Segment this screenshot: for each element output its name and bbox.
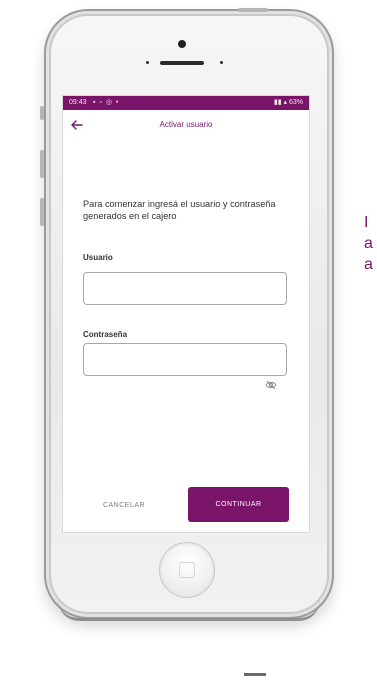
app-bar: Activar usuario (63, 110, 309, 142)
status-notification-icons: ▪ ▫ ◎ • (93, 99, 120, 106)
front-camera (178, 40, 186, 48)
intro-text: Para comenzar ingresá el usuario y contr… (83, 199, 276, 221)
password-label: Contraseña (83, 330, 128, 339)
user-label: Usuario (83, 253, 113, 262)
bottom-mark (244, 673, 266, 676)
home-button-square (179, 562, 195, 578)
status-time: 09:43 (69, 99, 87, 106)
sensor-dot (146, 61, 149, 64)
continue-button[interactable]: CONTINUAR (188, 487, 289, 522)
user-input[interactable] (83, 272, 287, 305)
eye-off-icon[interactable] (265, 380, 277, 390)
side-text-line: I (364, 214, 369, 231)
side-text-line: a (364, 256, 373, 273)
side-text: I a a (364, 212, 373, 275)
phone-bottom-edge (58, 600, 320, 621)
sensor-dot (220, 61, 223, 64)
cancel-button[interactable]: CANCELAR (93, 497, 155, 515)
home-button[interactable] (159, 542, 215, 598)
password-input[interactable] (83, 343, 287, 376)
phone-screen: 09:43 ▪ ▫ ◎ • ▮▮ ▴ 63% Activar usuario P… (62, 95, 310, 533)
side-text-line: a (364, 235, 373, 252)
status-bar: 09:43 ▪ ▫ ◎ • ▮▮ ▴ 63% (63, 96, 309, 110)
phone-power-button (238, 8, 268, 12)
status-battery: ▮▮ ▴ 63% (274, 96, 303, 110)
battery-percent: 63% (288, 99, 303, 106)
signal-icon: ▮▮ ▴ (273, 99, 289, 106)
page-title: Activar usuario (159, 120, 213, 129)
phone-volume-up-button (40, 150, 44, 178)
sensor-dots (146, 61, 223, 69)
phone-mute-switch (40, 106, 44, 120)
phone-volume-down-button (40, 198, 44, 226)
